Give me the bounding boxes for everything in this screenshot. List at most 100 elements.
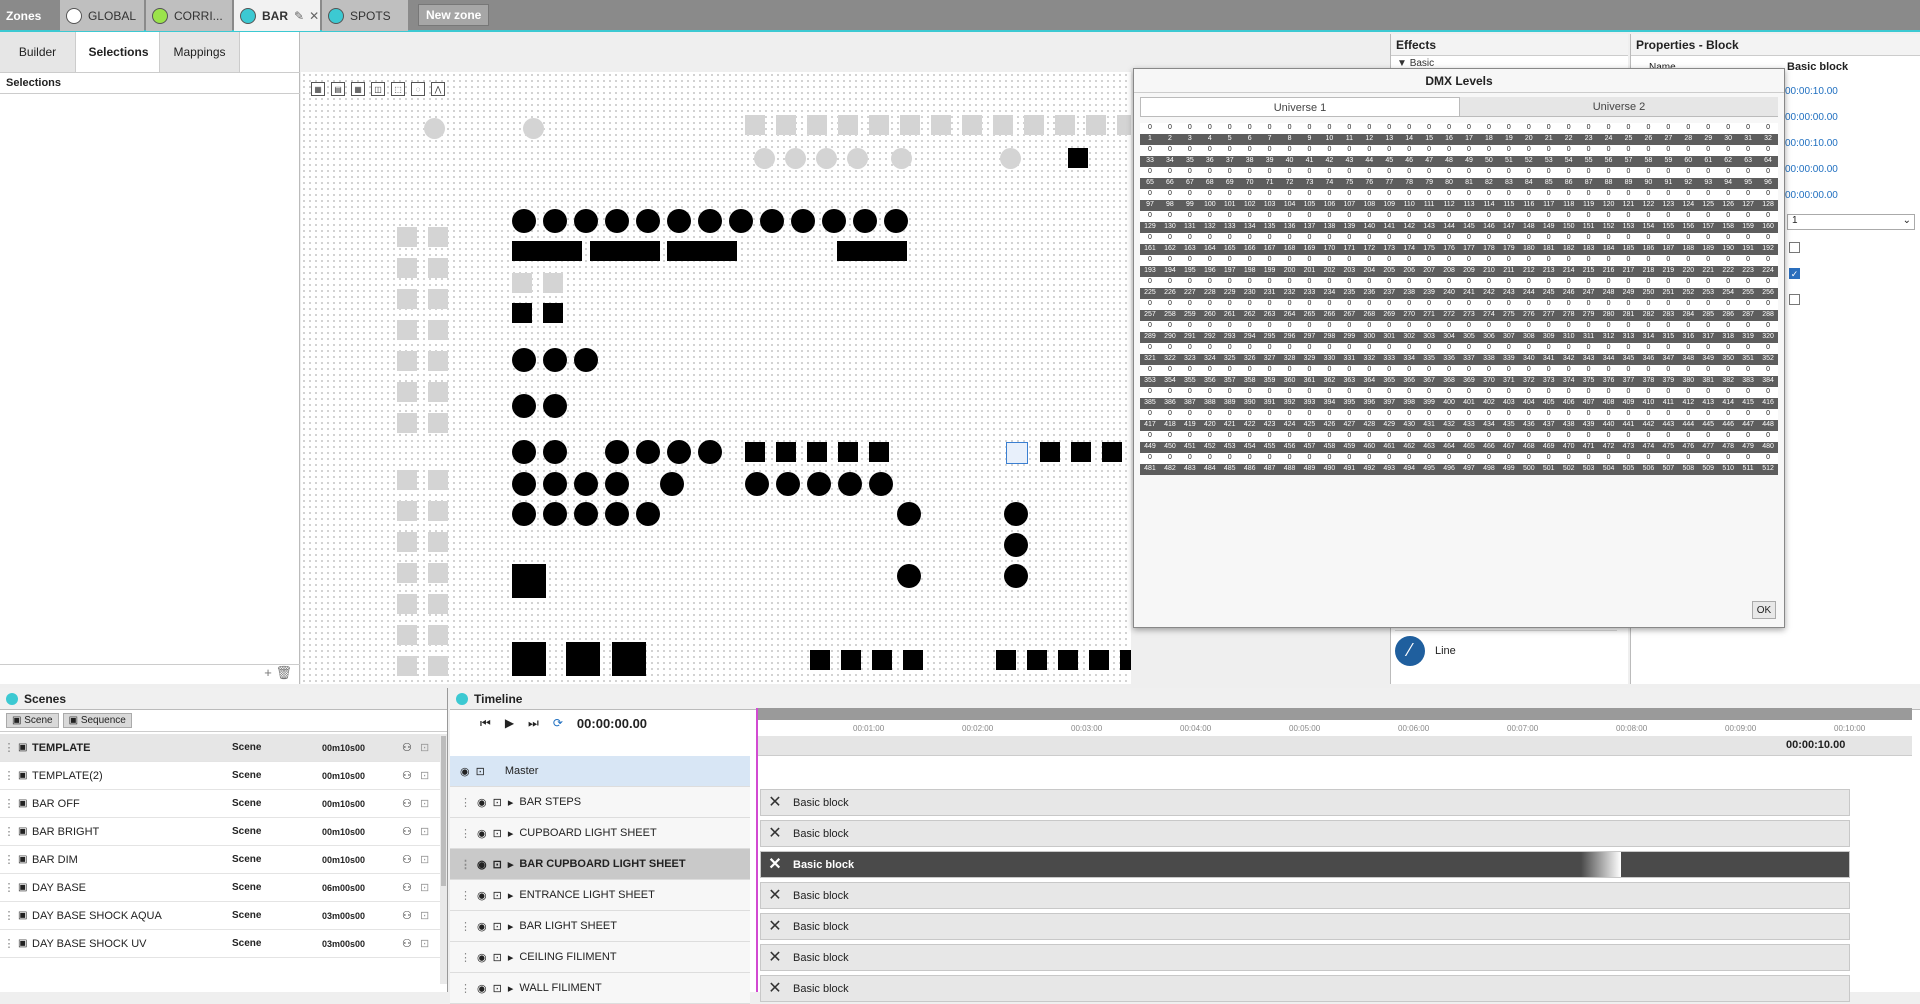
- fixture[interactable]: [612, 642, 646, 676]
- fixture[interactable]: [397, 413, 417, 433]
- scene-row[interactable]: ⋮ ▣ DAY BASE SHOCK AQUA Scene 03m00s00 ⚇ ⊡: [0, 902, 440, 930]
- checkbox-1[interactable]: [1789, 242, 1800, 253]
- play-icon[interactable]: ▶: [505, 716, 514, 730]
- expand-arrow-icon[interactable]: ▸: [508, 889, 514, 902]
- lock-icon[interactable]: ⊡: [493, 889, 502, 902]
- drag-handle-icon[interactable]: ⋮: [0, 769, 18, 782]
- fixture[interactable]: [428, 227, 448, 247]
- fixture[interactable]: [838, 115, 858, 135]
- drag-handle-icon[interactable]: ⋮: [460, 982, 471, 995]
- zone-tab-global[interactable]: GLOBAL: [60, 0, 144, 31]
- fixture[interactable]: [869, 472, 893, 496]
- fixture[interactable]: [884, 209, 908, 233]
- fixture[interactable]: [900, 115, 920, 135]
- fixture[interactable]: [1102, 442, 1122, 462]
- checkbox-3[interactable]: [1789, 294, 1800, 305]
- fixture[interactable]: [397, 382, 417, 402]
- zone-tab-bar[interactable]: BAR ✎ ✕: [234, 0, 320, 31]
- fixture[interactable]: [428, 351, 448, 371]
- fixture[interactable]: [512, 394, 536, 418]
- drag-handle-icon[interactable]: ⋮: [460, 951, 471, 964]
- timeline-block[interactable]: ✕ Basic block: [760, 913, 1850, 940]
- eye-icon[interactable]: ◉: [477, 951, 487, 964]
- fixture[interactable]: [1086, 115, 1106, 135]
- fixture[interactable]: [397, 289, 417, 309]
- fixture[interactable]: [869, 442, 889, 462]
- fixture[interactable]: [397, 470, 417, 490]
- fixture[interactable]: [590, 241, 660, 261]
- fixture[interactable]: [574, 502, 598, 526]
- drag-handle-icon[interactable]: ⋮: [460, 889, 471, 902]
- fixture[interactable]: [397, 320, 417, 340]
- lasso-icon[interactable]: ◌: [411, 82, 425, 96]
- track-row[interactable]: ⋮ ◉ ⊡ ▸ BAR STEPS: [450, 787, 750, 818]
- zone-tab-corri[interactable]: CORRI...: [146, 0, 232, 31]
- tab-universe-2[interactable]: Universe 2: [1460, 97, 1778, 116]
- fixture[interactable]: [1004, 533, 1028, 557]
- fixture[interactable]: [807, 442, 827, 462]
- fixtures-icon[interactable]: ⚇: [402, 937, 420, 950]
- fixture[interactable]: [397, 656, 417, 676]
- fixture[interactable]: [816, 148, 837, 169]
- marquee-icon[interactable]: ⬚: [391, 82, 405, 96]
- expand-arrow-icon[interactable]: ▸: [508, 858, 514, 871]
- fixture[interactable]: [566, 642, 600, 676]
- fixture[interactable]: [807, 472, 831, 496]
- fade-out-time[interactable]: 00:00:00.00: [1785, 164, 1838, 175]
- fixture[interactable]: [428, 289, 448, 309]
- fixture[interactable]: [428, 656, 448, 676]
- track-row[interactable]: ⋮ ◉ ⊡ ▸ BAR LIGHT SHEET: [450, 911, 750, 942]
- fixture[interactable]: [903, 650, 923, 670]
- fixture[interactable]: [543, 440, 567, 464]
- lock-icon[interactable]: ⊡: [420, 909, 434, 922]
- fixture[interactable]: [1071, 442, 1091, 462]
- fixture[interactable]: [847, 148, 868, 169]
- fixture[interactable]: [660, 472, 684, 496]
- fixture[interactable]: [397, 563, 417, 583]
- fixture[interactable]: [1117, 115, 1131, 135]
- fixture[interactable]: [543, 209, 567, 233]
- track-row[interactable]: ⋮ ◉ ⊡ ▸ CUPBOARD LIGHT SHEET: [450, 818, 750, 849]
- grid-large-icon[interactable]: ▦: [351, 82, 365, 96]
- lock-icon[interactable]: ⊡: [420, 825, 434, 838]
- fixture[interactable]: [754, 148, 775, 169]
- fixture[interactable]: [636, 502, 660, 526]
- fade-in-time[interactable]: 00:00:00.00: [1785, 112, 1838, 123]
- lock-icon[interactable]: ⊡: [420, 769, 434, 782]
- fixture[interactable]: [428, 594, 448, 614]
- fixture[interactable]: [1004, 564, 1028, 588]
- fixture[interactable]: [745, 115, 765, 135]
- fixture[interactable]: [1027, 650, 1047, 670]
- fixture[interactable]: [605, 502, 629, 526]
- fixture[interactable]: [605, 472, 629, 496]
- timeline-block[interactable]: ✕ Basic block: [760, 820, 1850, 847]
- fixture[interactable]: [543, 502, 567, 526]
- fixture[interactable]: [428, 470, 448, 490]
- fixture[interactable]: [428, 382, 448, 402]
- drag-handle-icon[interactable]: ⋮: [0, 825, 18, 838]
- fixture[interactable]: [810, 650, 830, 670]
- fixture[interactable]: [636, 440, 660, 464]
- fixture[interactable]: [397, 594, 417, 614]
- fixture[interactable]: [838, 472, 862, 496]
- lock-icon[interactable]: ⊡: [420, 937, 434, 950]
- track-row[interactable]: ⋮ ◉ ⊡ ▸ CEILING FILIMENT: [450, 942, 750, 973]
- timeline-block[interactable]: ✕ Basic block: [760, 975, 1850, 1002]
- fixtures-icon[interactable]: ⚇: [402, 797, 420, 810]
- offset-time[interactable]: 00:00:00.00: [1785, 190, 1838, 201]
- fixture[interactable]: [667, 440, 691, 464]
- fixture[interactable]: [543, 348, 567, 372]
- fixture[interactable]: [512, 564, 546, 598]
- fixture[interactable]: [512, 241, 582, 261]
- track-row[interactable]: ⋮ ◉ ⊡ ▸ WALL FILIMENT: [450, 973, 750, 1004]
- fixture[interactable]: [605, 209, 629, 233]
- tab-selections[interactable]: Selections: [78, 32, 160, 72]
- timeline-block[interactable]: ✕ Basic block: [760, 944, 1850, 971]
- drag-handle-icon[interactable]: ⋮: [0, 853, 18, 866]
- fixture[interactable]: [397, 227, 417, 247]
- fixture[interactable]: [872, 650, 892, 670]
- drag-handle-icon[interactable]: ⋮: [460, 796, 471, 809]
- fixture[interactable]: [667, 209, 691, 233]
- lock-icon[interactable]: ⊡: [420, 797, 434, 810]
- fixture[interactable]: [574, 348, 598, 372]
